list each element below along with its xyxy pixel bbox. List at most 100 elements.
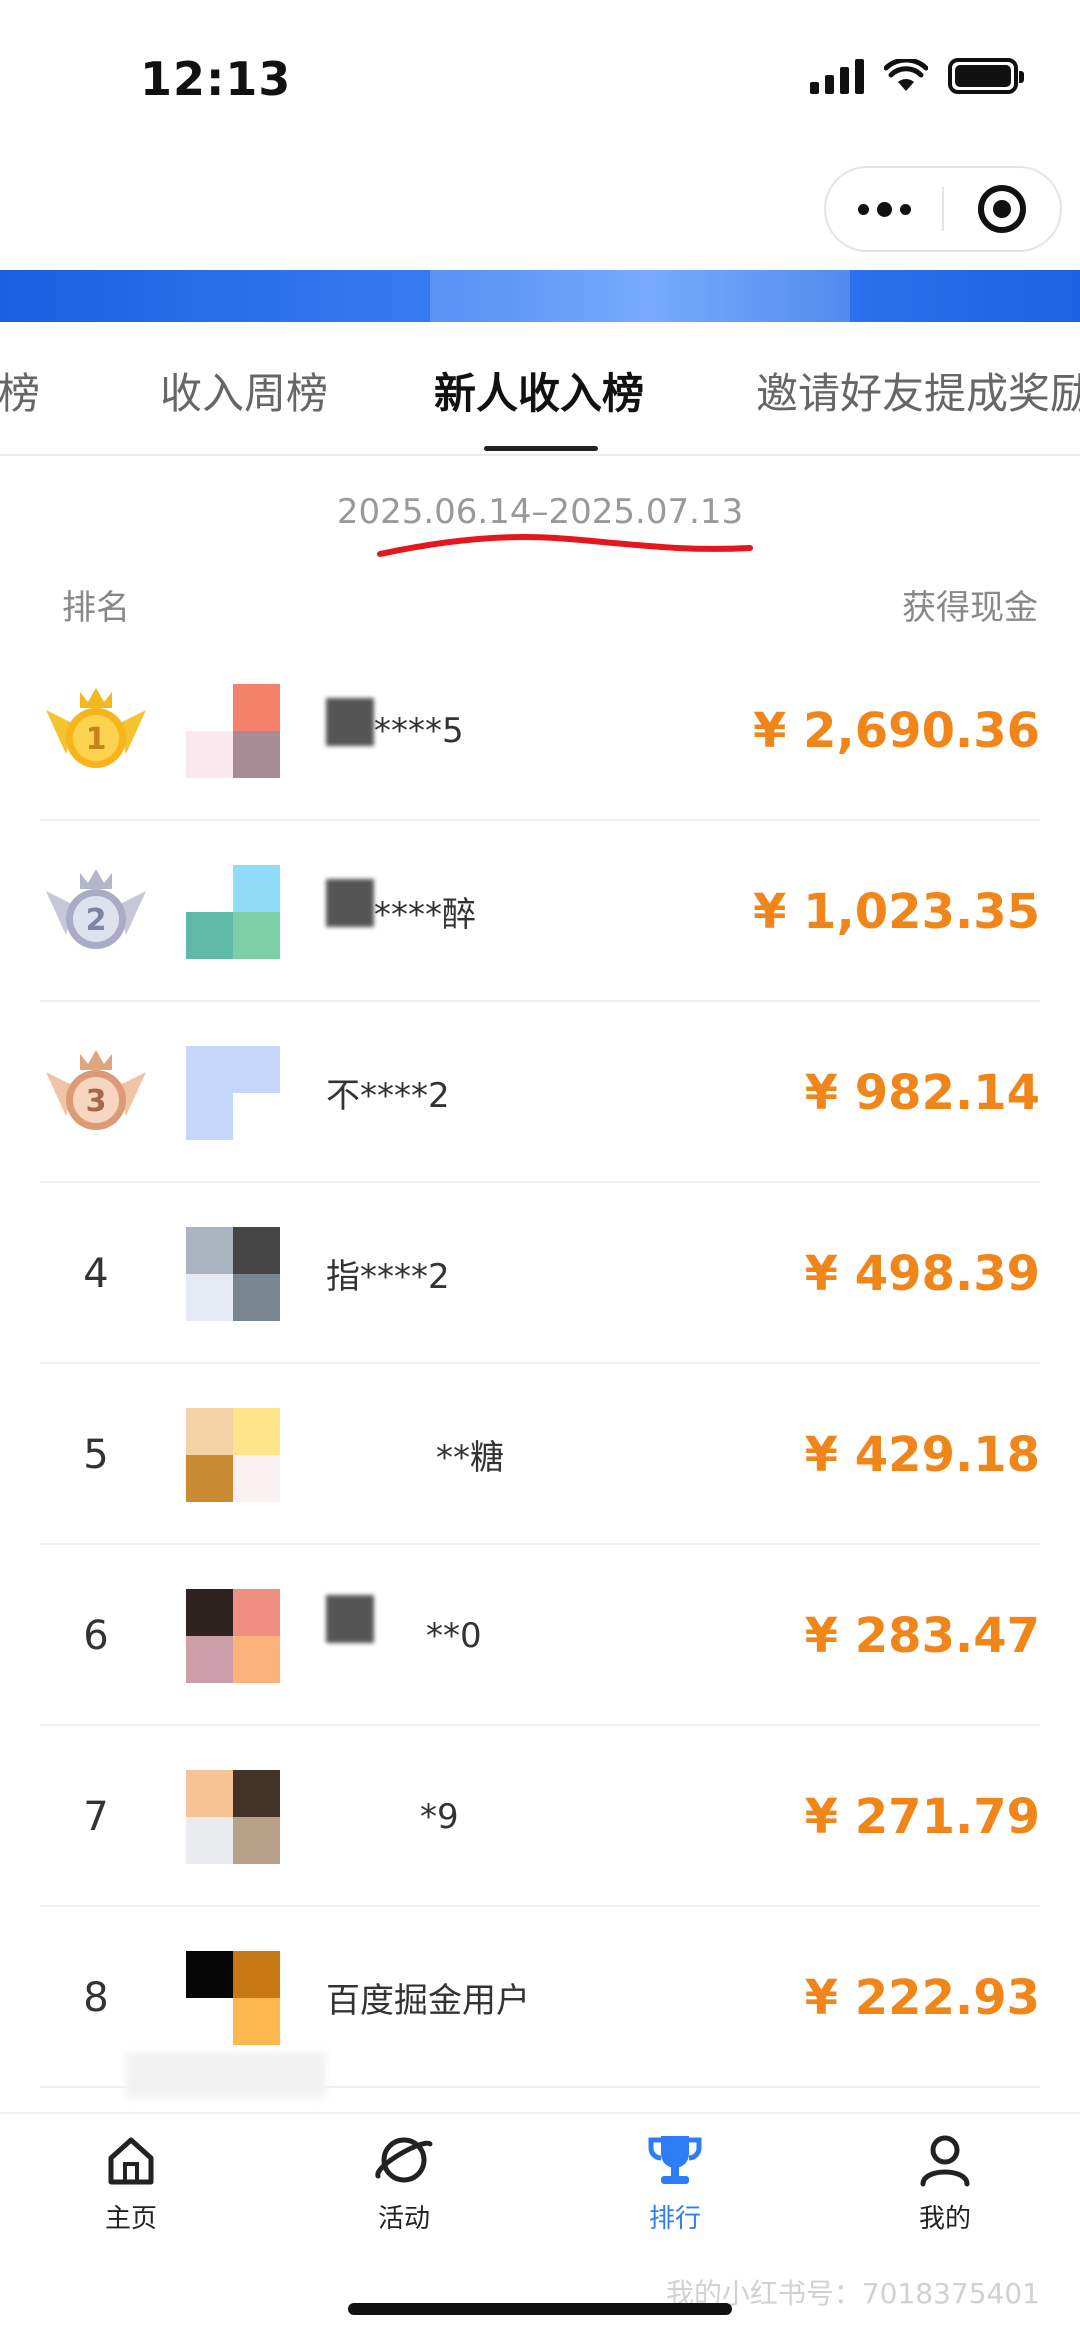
avatar — [186, 684, 280, 778]
avatar — [186, 1408, 280, 1502]
avatar — [186, 1951, 280, 2045]
cash-amount: ¥ 283.47 — [804, 1607, 1040, 1664]
avatar-tile — [233, 1455, 280, 1502]
rank-number: 7 — [83, 1793, 109, 1840]
avatar — [186, 1227, 280, 1321]
rank-number: 5 — [83, 1431, 109, 1478]
ranking-row[interactable]: 6 **0 ¥ 283.47 — [40, 1545, 1040, 1726]
name-blur — [326, 698, 374, 746]
avatar-tile — [186, 1998, 233, 2045]
avatar-tile — [186, 865, 233, 912]
avatar-tile — [233, 1951, 280, 1998]
avatar-tile — [233, 684, 280, 731]
user-name: **0 — [426, 1615, 482, 1656]
ranking-row[interactable]: 2 ****醉 ¥ 1,023.35 — [40, 821, 1040, 1002]
nav-activity[interactable]: 活动 — [329, 2132, 479, 2235]
cash-amount: ¥ 429.18 — [804, 1426, 1040, 1483]
avatar-tile — [186, 1817, 233, 1864]
nav-ranking[interactable]: 排行 — [600, 2132, 750, 2235]
rank-column-header: 排名 — [62, 588, 130, 628]
user-icon — [920, 2135, 970, 2187]
close-miniprogram-button[interactable] — [944, 185, 1060, 233]
avatar-tile — [186, 1770, 233, 1817]
planet-icon — [375, 2137, 433, 2183]
name-blur — [326, 879, 374, 927]
blurred-area — [126, 2052, 326, 2098]
user-name: 指****2 — [326, 1257, 450, 1297]
ranking-row[interactable]: 5 **糖 ¥ 429.18 — [40, 1364, 1040, 1545]
avatar-tile — [186, 684, 233, 731]
status-time: 12:13 — [140, 52, 292, 106]
nav-label: 排行 — [648, 2204, 701, 2234]
cash-amount: ¥ 271.79 — [804, 1788, 1040, 1845]
more-options-button[interactable] — [826, 201, 942, 217]
user-name: 百度掘金用户 — [326, 1981, 530, 2021]
user-name: ****醉 — [374, 895, 476, 935]
user-name: **糖 — [436, 1438, 504, 1478]
trophy-icon — [648, 2136, 702, 2184]
avatar-tile — [233, 1227, 280, 1274]
avatar-tile — [233, 1408, 280, 1455]
tab-newcomer-income[interactable]: 新人收入榜 — [434, 360, 644, 421]
cash-amount: ¥ 1,023.35 — [753, 883, 1040, 940]
avatar — [186, 865, 280, 959]
user-name: *9 — [420, 1796, 459, 1837]
rank-number: 4 — [83, 1250, 109, 1297]
status-icons — [810, 58, 1024, 94]
wifi-icon — [884, 59, 928, 91]
medal-rank: 1 — [86, 722, 107, 757]
avatar-tile — [186, 1589, 233, 1636]
avatar-tile — [186, 1408, 233, 1455]
cash-amount: ¥ 498.39 — [804, 1245, 1040, 1302]
ranking-row[interactable]: 3 不****2 ¥ 982.14 — [40, 1002, 1040, 1183]
ranking-row[interactable]: 7 *9 ¥ 271.79 — [40, 1726, 1040, 1907]
nav-home[interactable]: 主页 — [56, 2132, 206, 2235]
avatar-tile — [186, 1274, 233, 1321]
medal-rank: 3 — [86, 1084, 107, 1119]
ranking-list: 1 ****5 ¥ 2,690.36 2 ****醉 ¥ 1,023.35 3 — [40, 640, 1040, 2088]
avatar-tile — [186, 1093, 233, 1140]
header-banner — [0, 270, 1080, 322]
cash-amount: ¥ 982.14 — [804, 1064, 1040, 1121]
avatar-tile — [233, 1046, 280, 1093]
nav-label: 我的 — [918, 2204, 971, 2234]
name-blur — [326, 1595, 374, 1643]
avatar-tile — [233, 912, 280, 959]
nav-profile[interactable]: 我的 — [870, 2132, 1020, 2235]
avatar-tile — [186, 1227, 233, 1274]
nav-label: 主页 — [104, 2204, 157, 2234]
ranking-row[interactable]: 1 ****5 ¥ 2,690.36 — [40, 640, 1040, 821]
date-range: 2025.06.14–2025.07.13 — [336, 492, 744, 532]
status-bar: 12:13 — [0, 0, 1080, 150]
target-icon — [978, 185, 1026, 233]
tab-invite-bonus[interactable]: 邀请好友提成奖励 — [756, 360, 1080, 421]
cash-amount: ¥ 2,690.36 — [753, 702, 1040, 759]
avatar-tile — [186, 912, 233, 959]
avatar-tile — [186, 731, 233, 778]
avatar — [186, 1770, 280, 1864]
amount-column-header: 获得现金 — [902, 588, 1038, 628]
nav-label: 活动 — [377, 2204, 430, 2234]
avatar-tile — [186, 1046, 233, 1093]
avatar — [186, 1589, 280, 1683]
avatar-tile — [233, 1817, 280, 1864]
home-indicator — [348, 2303, 732, 2315]
ranking-row[interactable]: 4 指****2 ¥ 498.39 — [40, 1183, 1040, 1364]
gold-medal-icon: 1 — [46, 688, 146, 768]
tab-weekly-income[interactable]: 收入周榜 — [160, 360, 328, 421]
tab-ranking[interactable]: 入榜 — [0, 360, 40, 421]
active-tab-indicator — [484, 446, 598, 451]
user-name: ****5 — [374, 710, 464, 751]
user-name: 不****2 — [326, 1076, 450, 1116]
red-underline-annotation — [377, 533, 753, 557]
rank-number: 6 — [83, 1612, 109, 1659]
ranking-tabs: 入榜 收入周榜 新人收入榜 邀请好友提成奖励 — [0, 322, 1080, 456]
miniprogram-capsule — [824, 166, 1062, 252]
avatar-tile — [233, 1636, 280, 1683]
avatar-tile — [233, 731, 280, 778]
avatar-tile — [233, 1770, 280, 1817]
avatar-tile — [233, 865, 280, 912]
battery-icon — [948, 58, 1024, 94]
home-icon — [108, 2137, 154, 2185]
avatar-tile — [233, 1093, 280, 1140]
